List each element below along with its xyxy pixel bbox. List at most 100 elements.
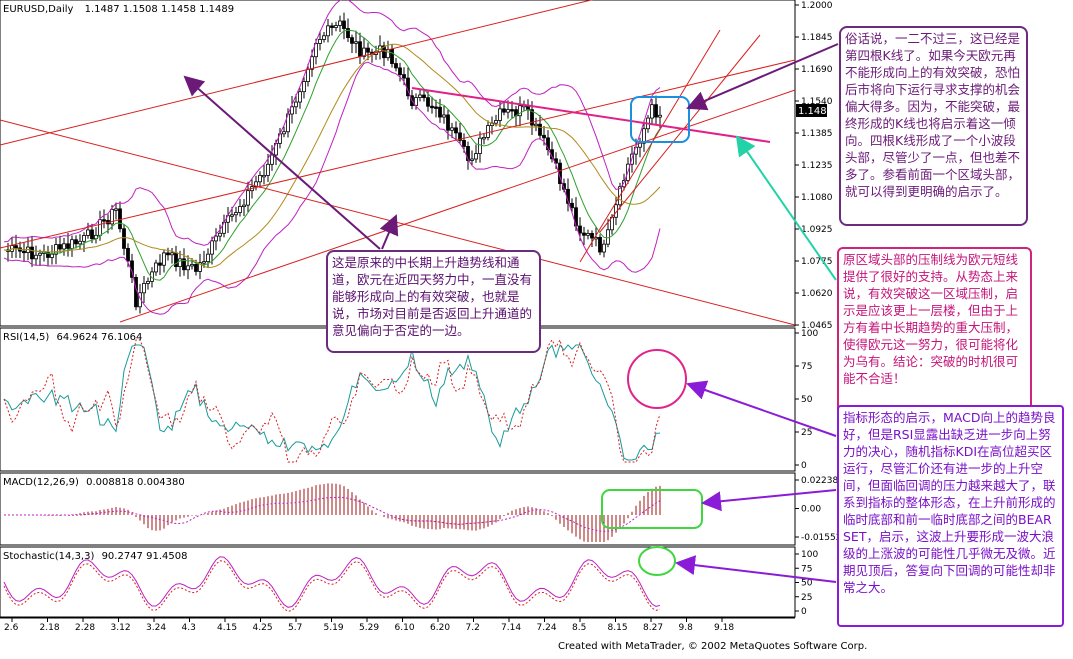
x-tick-label: 2.28 bbox=[75, 623, 95, 633]
price-tick-label: 1.0775 bbox=[801, 257, 833, 267]
x-tick-label: 6.20 bbox=[430, 623, 450, 633]
candle-body bbox=[142, 282, 146, 294]
candle-body bbox=[74, 239, 78, 245]
candle-body bbox=[542, 134, 546, 139]
candle-body bbox=[310, 56, 314, 70]
stochastic-tick-label: 25 bbox=[801, 593, 812, 603]
candle-body bbox=[78, 240, 82, 245]
candle-body bbox=[178, 258, 182, 267]
candle-body bbox=[306, 68, 310, 82]
candle-body bbox=[570, 202, 574, 209]
candle-body bbox=[326, 25, 330, 37]
candle-body bbox=[86, 229, 90, 236]
candle-body bbox=[342, 20, 346, 29]
candle-body bbox=[298, 91, 302, 103]
candle-body bbox=[418, 94, 422, 98]
candle-body bbox=[650, 104, 654, 119]
candle-body bbox=[446, 114, 450, 131]
x-tick-label: 8.15 bbox=[608, 623, 628, 633]
rsi-tick-label: 0 bbox=[801, 461, 807, 471]
candle-body bbox=[66, 243, 70, 249]
candle-body bbox=[366, 47, 370, 53]
candle-body bbox=[386, 48, 390, 59]
stochastic-title: Stochastic(14,3,3) 90.2747 91.4508 bbox=[3, 551, 187, 562]
candle-body bbox=[390, 48, 394, 64]
candle-body bbox=[654, 104, 658, 118]
candle-body bbox=[586, 233, 590, 236]
candle-body bbox=[218, 232, 222, 237]
candle-body bbox=[194, 264, 198, 272]
candle-body bbox=[126, 248, 130, 262]
candle-body bbox=[98, 219, 102, 236]
candle-body bbox=[510, 109, 514, 112]
price-tick-label: 1.1385 bbox=[801, 129, 833, 139]
rsi-title: RSI(14,5) 64.9624 76.1064 bbox=[3, 332, 142, 343]
footer-credit: Created with MetaTrader, © 2002 MetaQuot… bbox=[558, 641, 868, 652]
candle-body bbox=[454, 127, 458, 134]
candle-body bbox=[502, 108, 506, 113]
candle-body bbox=[318, 39, 322, 44]
x-tick-label: 5.19 bbox=[324, 623, 344, 633]
candle-body bbox=[206, 253, 210, 263]
price-tick-label: 1.0925 bbox=[801, 225, 833, 235]
x-tick-label: 5.29 bbox=[359, 623, 379, 633]
price-tick-label: 1.1235 bbox=[801, 161, 833, 171]
candle-body bbox=[470, 158, 474, 161]
candle-body bbox=[210, 240, 214, 255]
candle-body bbox=[302, 81, 306, 93]
candle-body bbox=[58, 244, 62, 250]
candle-body bbox=[330, 25, 334, 28]
x-tick-label: 9.18 bbox=[714, 623, 734, 633]
stochastic-tick-label: 100 bbox=[801, 550, 818, 560]
candle-body bbox=[122, 228, 126, 249]
x-tick-label: 7.2 bbox=[466, 623, 480, 633]
candle-body bbox=[102, 219, 106, 222]
price-tick-label: 1.1690 bbox=[801, 65, 833, 75]
candle-body bbox=[442, 114, 446, 118]
candle-body bbox=[478, 137, 482, 154]
price-tick-label: 1.1080 bbox=[801, 193, 833, 203]
candle-body bbox=[598, 237, 602, 253]
x-tick-label: 8.27 bbox=[643, 623, 663, 633]
candle-body bbox=[34, 254, 38, 260]
x-tick-label: 2.18 bbox=[40, 623, 60, 633]
x-tick-label: 8.5 bbox=[572, 623, 586, 633]
candle-body bbox=[118, 208, 122, 230]
candle-body bbox=[354, 41, 358, 44]
candle-body bbox=[398, 67, 402, 75]
candle-body bbox=[482, 137, 486, 140]
candle-body bbox=[450, 127, 454, 131]
rsi-tick-label: 50 bbox=[801, 395, 813, 405]
candle-body bbox=[538, 123, 542, 136]
candle-body bbox=[590, 233, 594, 239]
main-title: EURUSD,Daily 1.1487 1.1508 1.1458 1.1489 bbox=[3, 4, 234, 15]
candle-body bbox=[214, 235, 218, 242]
candle-body bbox=[270, 154, 274, 165]
candle-body bbox=[394, 63, 398, 69]
candle-body bbox=[322, 35, 326, 40]
candle-body bbox=[14, 245, 18, 249]
x-tick-label: 4.15 bbox=[217, 623, 237, 633]
x-tick-label: 2.6 bbox=[4, 623, 19, 633]
candle-body bbox=[246, 190, 250, 206]
price-tick-label: 1.1845 bbox=[801, 33, 833, 43]
stochastic-tick-label: 0 bbox=[801, 607, 807, 617]
x-tick-label: 5.7 bbox=[288, 623, 302, 633]
candle-body bbox=[230, 214, 234, 217]
price-tick-label: 1.0620 bbox=[801, 289, 833, 299]
candle-body bbox=[50, 253, 54, 258]
candle-body bbox=[202, 261, 206, 264]
candle-body bbox=[422, 94, 426, 99]
rsi-tick-label: 75 bbox=[801, 362, 812, 372]
candle-body bbox=[242, 204, 246, 208]
candle-body bbox=[578, 225, 582, 234]
last-price-label: 1.1489 bbox=[798, 106, 833, 117]
candle-body bbox=[170, 252, 174, 256]
candle-body bbox=[82, 235, 86, 242]
price-tick-label: 1.2000 bbox=[801, 1, 833, 11]
candle-body bbox=[22, 250, 26, 254]
candle-body bbox=[430, 105, 434, 109]
candle-body bbox=[462, 139, 466, 147]
candle-body bbox=[350, 37, 354, 44]
macd-tick-label: 0.00 bbox=[801, 505, 821, 515]
